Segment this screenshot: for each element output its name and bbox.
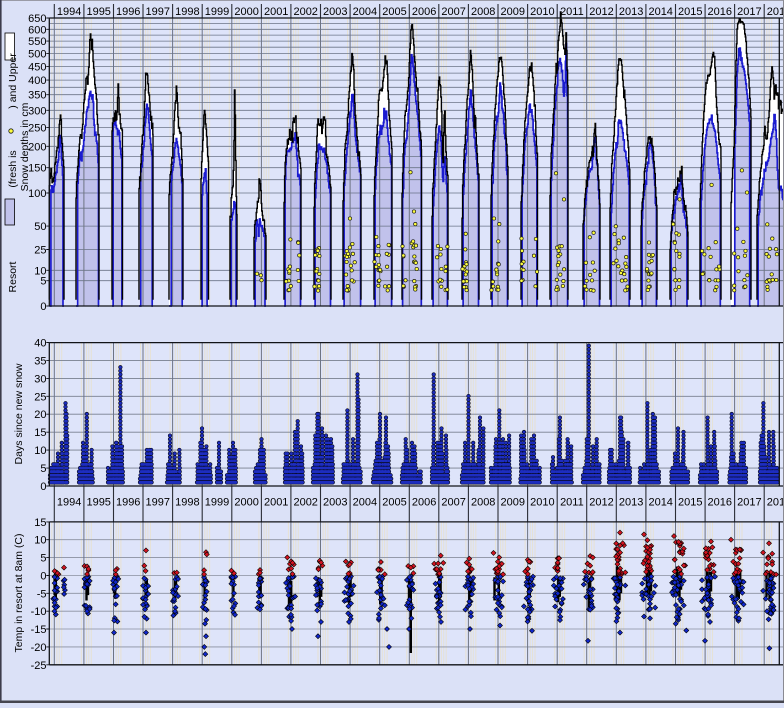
svg-text:5: 5	[40, 276, 46, 288]
svg-text:1994: 1994	[57, 6, 81, 18]
svg-text:(fresh is: (fresh is	[7, 150, 19, 187]
svg-text:1998: 1998	[175, 497, 199, 509]
svg-text:2003: 2003	[323, 497, 347, 509]
svg-text:2014: 2014	[648, 6, 672, 18]
svg-text:2003: 2003	[323, 6, 347, 18]
svg-text:2014: 2014	[648, 497, 672, 509]
svg-text:25: 25	[34, 245, 46, 257]
svg-text:2017: 2017	[737, 497, 761, 509]
svg-text:0: 0	[40, 571, 46, 583]
svg-text:Days since new snow: Days since new snow	[13, 363, 25, 464]
svg-text:Resort: Resort	[7, 261, 19, 292]
svg-text:35: 35	[34, 355, 46, 367]
svg-text:2001: 2001	[264, 497, 288, 509]
svg-text:2007: 2007	[441, 6, 465, 18]
svg-text:2010: 2010	[530, 497, 554, 509]
svg-text:1996: 1996	[116, 497, 140, 509]
svg-text:2009: 2009	[501, 6, 525, 18]
svg-text:550: 550	[28, 36, 46, 48]
svg-text:-15: -15	[31, 624, 47, 636]
svg-text:1998: 1998	[175, 6, 199, 18]
svg-text:2006: 2006	[412, 6, 436, 18]
svg-text:0: 0	[40, 301, 46, 313]
svg-text:0: 0	[40, 481, 46, 493]
svg-text:2002: 2002	[293, 497, 317, 509]
svg-text:2010: 2010	[530, 6, 554, 18]
svg-text:25: 25	[34, 391, 46, 403]
svg-text:450: 450	[28, 61, 46, 73]
svg-text:2017: 2017	[737, 6, 761, 18]
svg-text:500: 500	[28, 48, 46, 60]
svg-text:2000: 2000	[234, 497, 258, 509]
svg-text:2011: 2011	[560, 6, 584, 18]
svg-text:1994: 1994	[57, 497, 81, 509]
svg-text:15: 15	[34, 427, 46, 439]
svg-text:1995: 1995	[86, 6, 110, 18]
svg-text:2001: 2001	[264, 6, 288, 18]
svg-text:Snow depths in cm: Snow depths in cm	[19, 102, 31, 191]
svg-text:20: 20	[34, 409, 46, 421]
svg-text:2015: 2015	[678, 6, 702, 18]
svg-text:2018: 2018	[767, 6, 784, 18]
svg-text:2002: 2002	[293, 6, 317, 18]
svg-text:2004: 2004	[353, 497, 377, 509]
svg-text:1997: 1997	[146, 6, 170, 18]
svg-text:1999: 1999	[205, 6, 229, 18]
svg-text:-10: -10	[31, 606, 47, 618]
svg-text:) and Upper: ) and Upper	[7, 53, 19, 109]
svg-text:2013: 2013	[619, 497, 643, 509]
svg-text:2000: 2000	[234, 6, 258, 18]
svg-text:2016: 2016	[708, 497, 732, 509]
svg-text:50: 50	[34, 221, 46, 233]
svg-text:2008: 2008	[471, 6, 495, 18]
svg-text:-5: -5	[37, 588, 47, 600]
svg-text:2012: 2012	[589, 497, 613, 509]
svg-text:2005: 2005	[382, 6, 406, 18]
svg-text:1997: 1997	[146, 497, 170, 509]
svg-text:1999: 1999	[205, 497, 229, 509]
svg-text:10: 10	[34, 535, 46, 547]
svg-text:5: 5	[40, 553, 46, 565]
svg-text:2013: 2013	[619, 6, 643, 18]
svg-text:2007: 2007	[441, 497, 465, 509]
svg-text:2004: 2004	[353, 6, 377, 18]
svg-text:600: 600	[28, 24, 46, 36]
svg-text:2016: 2016	[708, 6, 732, 18]
svg-text:-25: -25	[31, 660, 47, 672]
svg-text:10: 10	[34, 265, 46, 277]
svg-text:2011: 2011	[560, 497, 584, 509]
svg-text:650: 650	[28, 13, 46, 25]
svg-text:-20: -20	[31, 642, 47, 654]
svg-text:2008: 2008	[471, 497, 495, 509]
svg-text:2009: 2009	[501, 497, 525, 509]
svg-text:400: 400	[28, 75, 46, 87]
svg-text:350: 350	[28, 90, 46, 102]
svg-text:5: 5	[40, 463, 46, 475]
svg-text:10: 10	[34, 445, 46, 457]
svg-text:15: 15	[34, 517, 46, 529]
svg-text:30: 30	[34, 373, 46, 385]
svg-text:2006: 2006	[412, 497, 436, 509]
svg-text:2018: 2018	[767, 497, 784, 509]
svg-text:2005: 2005	[382, 497, 406, 509]
svg-text:40: 40	[34, 338, 46, 350]
svg-text:1996: 1996	[116, 6, 140, 18]
svg-text:2012: 2012	[589, 6, 613, 18]
svg-text:Temp in resort at 8am (C): Temp in resort at 8am (C)	[13, 533, 25, 652]
svg-text:2015: 2015	[678, 497, 702, 509]
svg-text:1995: 1995	[86, 497, 110, 509]
